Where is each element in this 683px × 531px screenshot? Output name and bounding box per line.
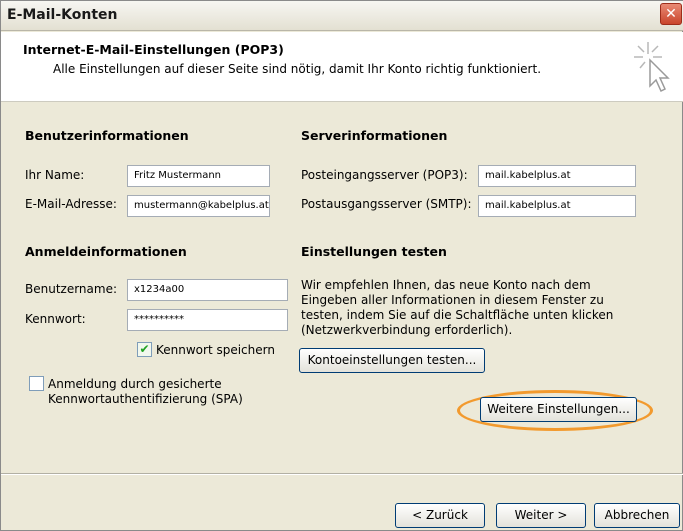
next-button[interactable]: Weiter > [496, 503, 586, 528]
password-input[interactable]: ********** [127, 309, 288, 331]
spa-checkbox[interactable] [29, 376, 44, 391]
spa-label-line2[interactable]: Kennwortauthentifizierung (SPA) [48, 392, 243, 406]
test-description-line4: (Netzwerkverbindung erforderlich). [301, 323, 513, 337]
back-button[interactable]: < Zurück [395, 503, 485, 528]
outgoing-server-label: Postausgangsserver (SMTP): [301, 197, 472, 211]
incoming-server-input[interactable]: mail.kabelplus.at [478, 165, 636, 187]
remember-password-label[interactable]: Kennwort speichern [156, 343, 275, 357]
email-input[interactable]: mustermann@kabelplus.at [127, 195, 270, 217]
email-label: E-Mail-Adresse: [25, 197, 117, 211]
remember-password-checkbox[interactable]: ✔ [137, 342, 152, 357]
test-settings-heading: Einstellungen testen [301, 244, 447, 259]
more-settings-button[interactable]: Weitere Einstellungen... [480, 397, 637, 422]
username-input[interactable]: x1234a00 [127, 279, 288, 301]
cursor-sparkle-icon [634, 42, 670, 93]
user-info-heading: Benutzerinformationen [25, 128, 189, 143]
name-label: Ihr Name: [25, 168, 85, 182]
wizard-header: Internet-E-Mail-Einstellungen (POP3) All… [1, 32, 683, 102]
cancel-button[interactable]: Abbrechen [594, 503, 680, 528]
page-title: Internet-E-Mail-Einstellungen (POP3) [23, 42, 284, 57]
spa-label-line1[interactable]: Anmeldung durch gesicherte [48, 377, 222, 391]
test-description-line1: Wir empfehlen Ihnen, das neue Konto nach… [301, 278, 591, 292]
password-label: Kennwort: [25, 312, 86, 326]
test-account-settings-button[interactable]: Kontoeinstellungen testen... [299, 348, 485, 373]
name-input[interactable]: Fritz Mustermann [127, 165, 270, 187]
window-title: E-Mail-Konten [7, 7, 118, 23]
title-bar: E-Mail-Konten ✕ [1, 1, 683, 31]
outgoing-server-input[interactable]: mail.kabelplus.at [478, 195, 636, 217]
server-info-heading: Serverinformationen [301, 128, 448, 143]
login-info-heading: Anmeldeinformationen [25, 244, 187, 259]
email-accounts-dialog: E-Mail-Konten ✕ Internet-E-Mail-Einstell… [0, 0, 683, 531]
test-description-line3: testen, indem Sie auf die Schaltfläche u… [301, 308, 614, 322]
page-subtitle: Alle Einstellungen auf dieser Seite sind… [53, 62, 542, 76]
incoming-server-label: Posteingangsserver (POP3): [301, 168, 468, 182]
username-label: Benutzername: [25, 282, 118, 296]
close-button[interactable]: ✕ [660, 3, 682, 25]
test-description-line2: Eingeben aller Informationen in diesem F… [301, 293, 604, 307]
footer-divider [1, 473, 683, 475]
